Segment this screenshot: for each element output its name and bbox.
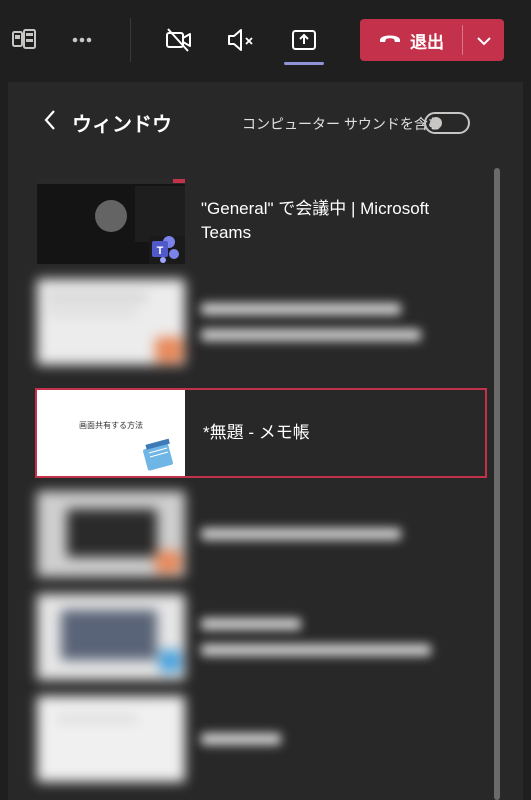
toolbar-separator [130, 18, 131, 62]
window-item-teams[interactable]: T "General" で会議中 | Microsoft Teams [35, 176, 487, 266]
share-screen-icon[interactable] [286, 22, 322, 58]
scrollbar-thumb[interactable] [494, 168, 500, 800]
window-label [201, 618, 471, 656]
window-item-browser[interactable] [35, 277, 487, 367]
include-sound-toggle[interactable] [424, 112, 470, 134]
hang-up-icon [378, 30, 402, 50]
leave-button-group: 退出 [360, 19, 504, 61]
window-label [201, 303, 471, 341]
chevron-down-icon [476, 31, 492, 50]
window-item-blurred-3[interactable] [35, 694, 487, 784]
back-button[interactable] [38, 110, 62, 134]
window-label: "General" で会議中 | Microsoft Teams [201, 199, 430, 242]
window-thumbnail: 画面共有する方法 [37, 390, 185, 476]
mic-muted-icon[interactable] [222, 22, 258, 58]
share-active-indicator [284, 62, 324, 65]
thumbnail-text: 画面共有する方法 [79, 421, 143, 430]
window-item-notepad[interactable]: 画面共有する方法 *無題 - メモ帳 [35, 388, 487, 478]
window-thumbnail [37, 491, 185, 577]
leave-options-button[interactable] [463, 19, 504, 61]
leave-button[interactable]: 退出 [360, 19, 462, 61]
panel-title: ウィンドウ [72, 114, 172, 136]
window-label [201, 528, 471, 540]
chevron-left-icon [43, 109, 57, 135]
window-thumbnail [37, 594, 185, 680]
include-sound-label: コンピューター サウンドを含む [242, 116, 442, 132]
window-label: *無題 - メモ帳 [203, 423, 310, 442]
toggle-knob [430, 117, 442, 129]
more-actions-icon[interactable] [64, 22, 100, 58]
leave-label: 退出 [410, 32, 444, 52]
svg-text:T: T [157, 245, 164, 257]
window-thumbnail: T [37, 178, 185, 264]
meeting-toolbar: 退出 [0, 0, 531, 82]
device-settings-icon[interactable] [6, 22, 42, 58]
window-thumbnail [37, 696, 185, 782]
share-window-panel: ウィンドウ コンピューター サウンドを含む T "General" で会議中 |… [8, 82, 523, 800]
window-item-blurred-2[interactable] [35, 592, 487, 682]
window-thumbnail [37, 279, 185, 365]
camera-off-icon[interactable] [160, 22, 196, 58]
window-label [201, 733, 471, 745]
window-item-blurred-1[interactable] [35, 489, 487, 579]
